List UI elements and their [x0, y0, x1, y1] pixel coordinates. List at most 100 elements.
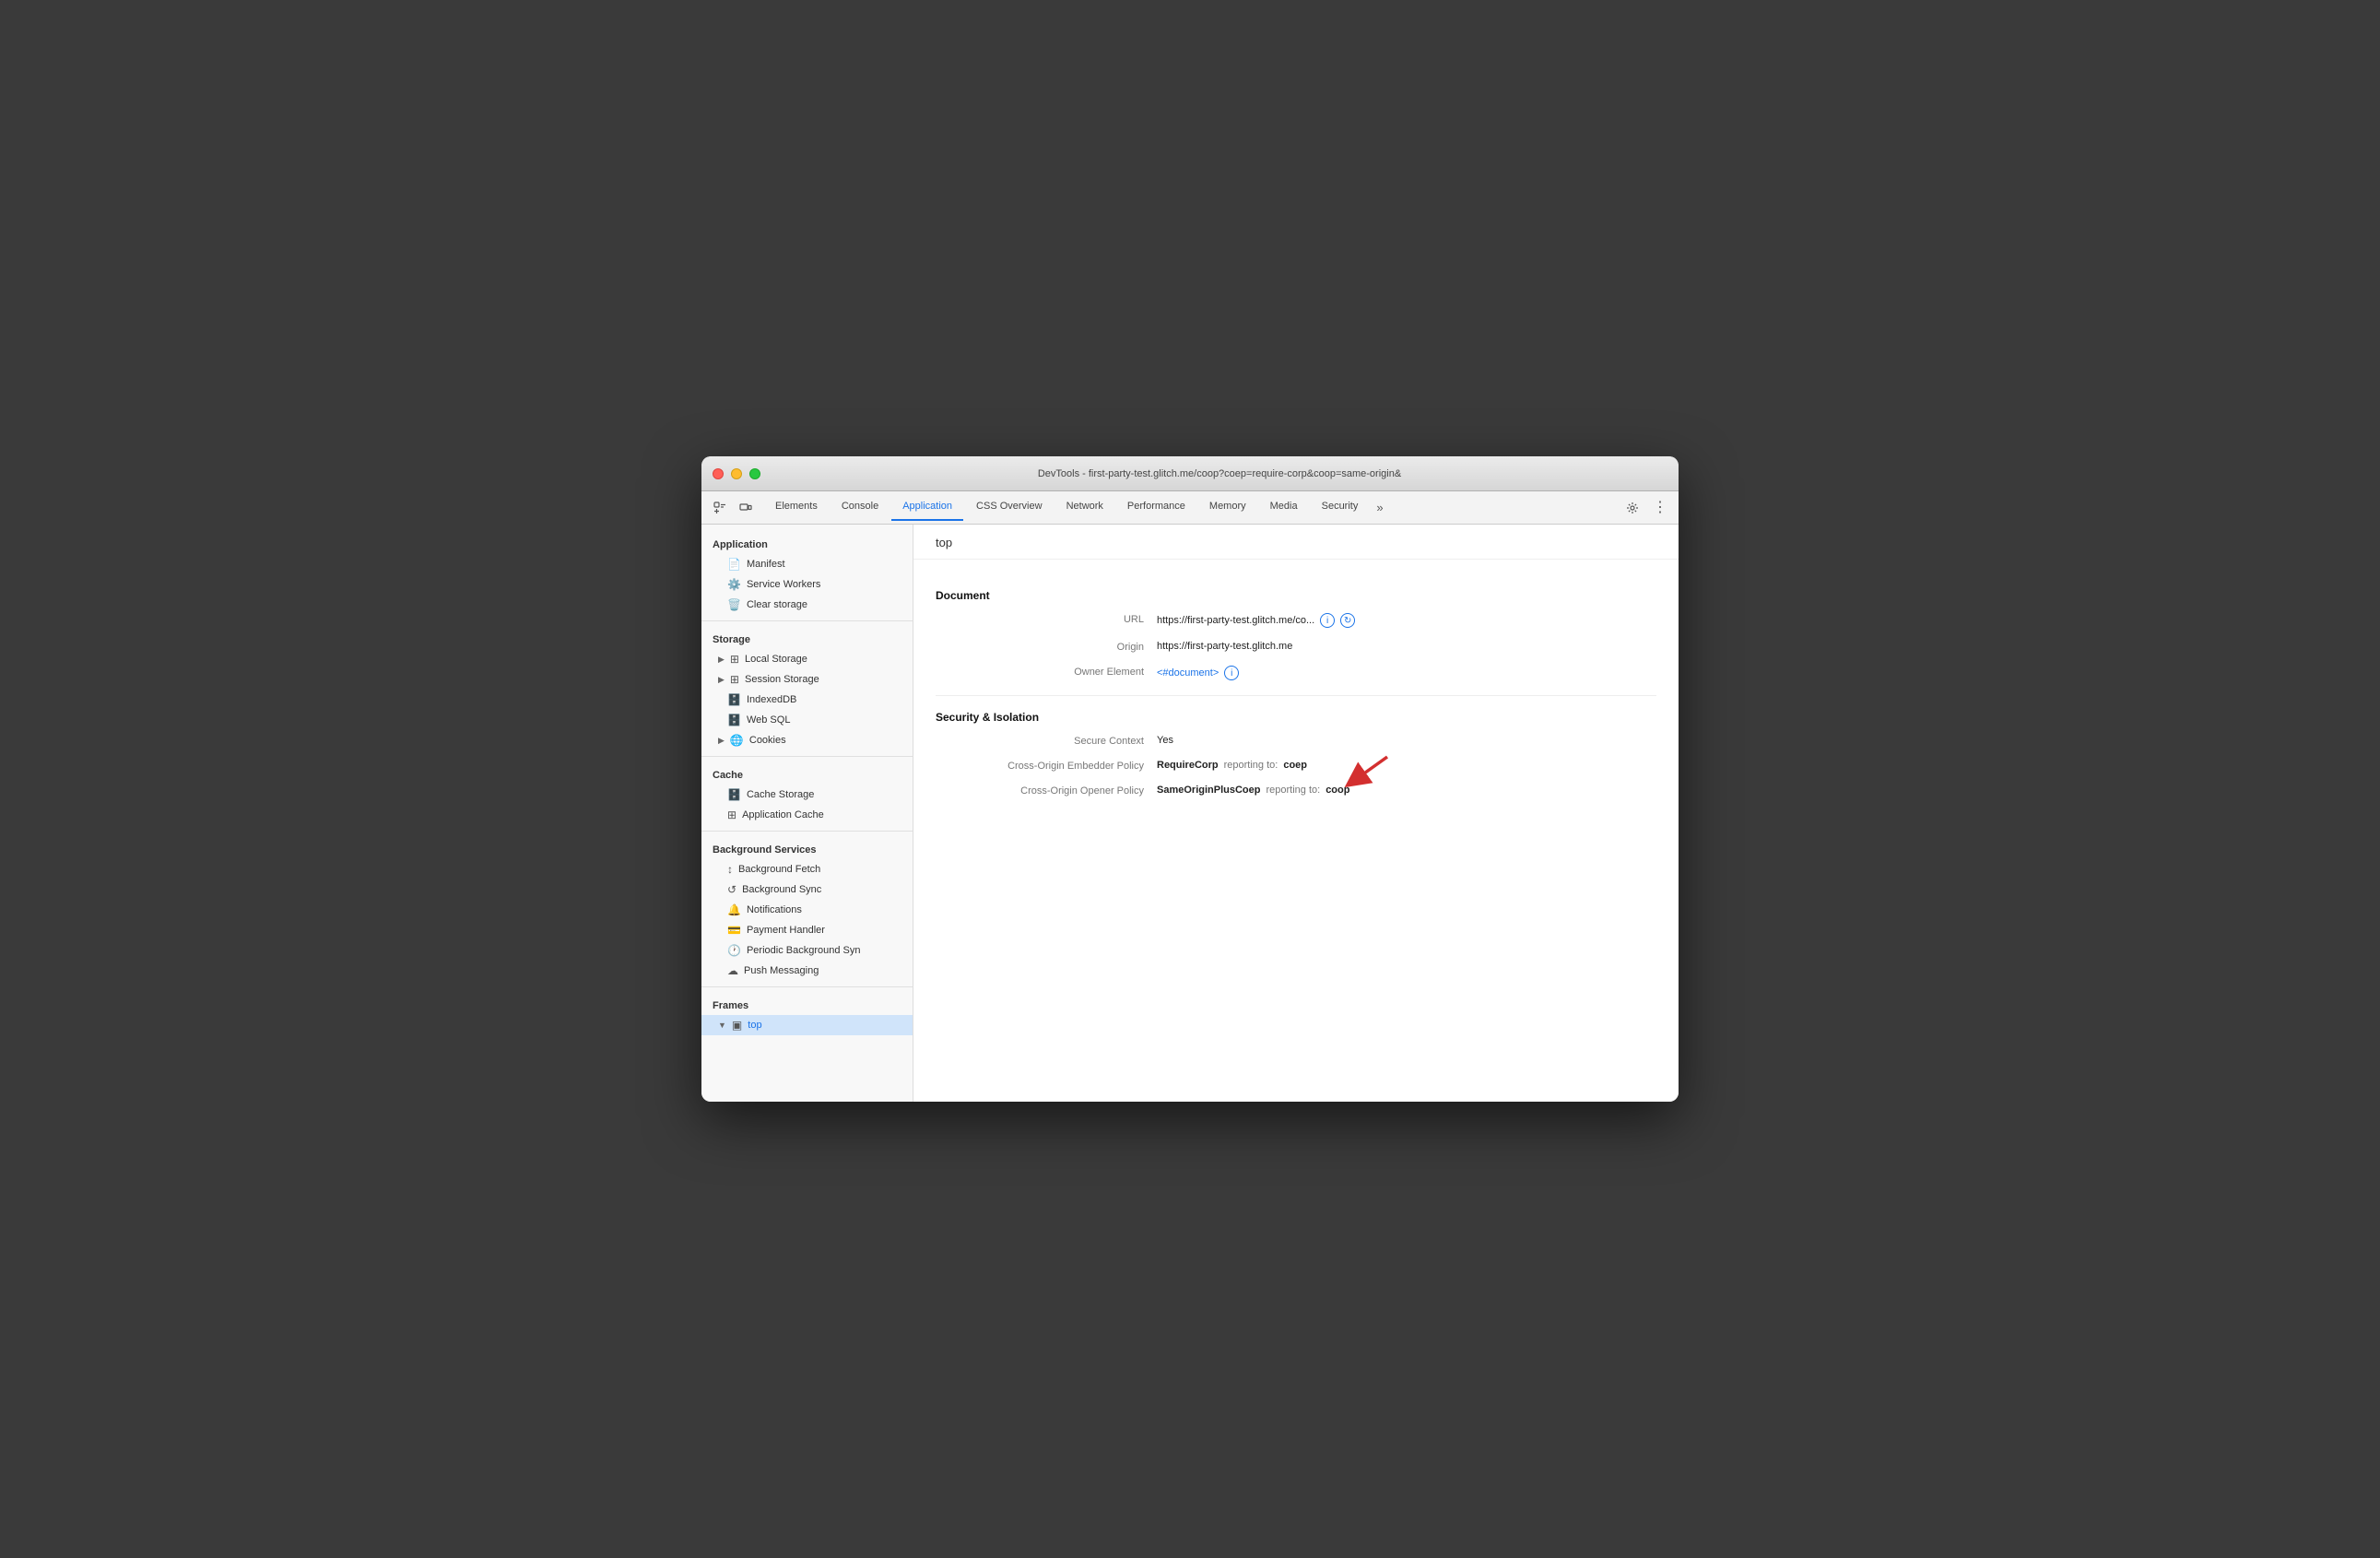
url-info-icon[interactable]: i	[1320, 613, 1335, 628]
coep-field-row: Cross-Origin Embedder Policy RequireCorp…	[936, 760, 1656, 772]
sidebar-item-notifications[interactable]: 🔔 Notifications	[701, 900, 913, 920]
periodic-background-sync-icon: 🕐	[727, 944, 741, 957]
inspect-element-button[interactable]	[709, 497, 731, 519]
sidebar-storage-section: Storage	[701, 627, 913, 649]
tab-security[interactable]: Security	[1311, 494, 1370, 521]
tab-console[interactable]: Console	[831, 494, 890, 521]
titlebar: DevTools - first-party-test.glitch.me/co…	[701, 456, 1679, 491]
owner-element-field-row: Owner Element <#document> i	[936, 666, 1656, 680]
frame-icon: ▣	[732, 1019, 742, 1032]
session-storage-icon: ⊞	[730, 673, 739, 686]
owner-element-link[interactable]: <#document>	[1157, 667, 1219, 679]
tabs-container: Elements Console Application CSS Overvie…	[764, 494, 1621, 521]
local-storage-icon: ⊞	[730, 653, 739, 666]
notifications-icon: 🔔	[727, 903, 741, 916]
web-sql-icon: 🗄️	[727, 714, 741, 726]
sidebar-item-cookies[interactable]: ▶ 🌐 Cookies	[701, 730, 913, 750]
toolbar-right: ⋮	[1621, 497, 1671, 519]
sidebar-item-web-sql[interactable]: 🗄️ Web SQL	[701, 710, 913, 730]
tab-memory[interactable]: Memory	[1198, 494, 1257, 521]
sidebar-item-periodic-background-sync[interactable]: 🕐 Periodic Background Syn	[701, 940, 913, 961]
coop-reporting-text: reporting to:	[1266, 785, 1320, 796]
sidebar-item-cache-storage[interactable]: 🗄️ Cache Storage	[701, 785, 913, 805]
owner-element-value: <#document> i	[1157, 666, 1239, 680]
sidebar-item-background-sync[interactable]: ↺ Background Sync	[701, 879, 913, 900]
security-section-header: Security & Isolation	[936, 711, 1656, 724]
toolbar: Elements Console Application CSS Overvie…	[701, 491, 1679, 525]
coop-policy-value: SameOriginPlusCoep	[1157, 785, 1260, 796]
origin-field-row: Origin https://first-party-test.glitch.m…	[936, 641, 1656, 653]
tab-elements[interactable]: Elements	[764, 494, 829, 521]
coep-value: RequireCorp reporting to: coep	[1157, 760, 1307, 771]
minimize-button[interactable]	[731, 468, 742, 479]
document-section-header: Document	[936, 589, 1656, 602]
sidebar-item-top-frame[interactable]: ▼ ▣ top	[701, 1015, 913, 1035]
devtools-window: DevTools - first-party-test.glitch.me/co…	[701, 456, 1679, 1102]
traffic-lights	[713, 468, 760, 479]
settings-button[interactable]	[1621, 497, 1644, 519]
coop-label: Cross-Origin Opener Policy	[972, 785, 1157, 797]
sidebar-item-local-storage[interactable]: ▶ ⊞ Local Storage	[701, 649, 913, 669]
devtools-container: Elements Console Application CSS Overvie…	[701, 491, 1679, 1102]
owner-element-label: Owner Element	[972, 666, 1157, 678]
close-button[interactable]	[713, 468, 724, 479]
cache-storage-icon: 🗄️	[727, 788, 741, 801]
sidebar-item-service-workers[interactable]: ⚙️ Service Workers	[701, 574, 913, 595]
sidebar-item-application-cache[interactable]: ⊞ Application Cache	[701, 805, 913, 825]
tab-network[interactable]: Network	[1055, 494, 1114, 521]
url-label: URL	[972, 613, 1157, 625]
tab-css-overview[interactable]: CSS Overview	[965, 494, 1054, 521]
sidebar-divider-3	[701, 831, 913, 832]
sidebar-item-payment-handler[interactable]: 💳 Payment Handler	[701, 920, 913, 940]
sidebar-divider-2	[701, 756, 913, 757]
sidebar-background-services-section: Background Services	[701, 837, 913, 859]
security-section: Security & Isolation Secure Context Yes …	[936, 711, 1656, 797]
sidebar-divider-4	[701, 986, 913, 987]
tab-performance[interactable]: Performance	[1116, 494, 1196, 521]
sidebar-item-clear-storage[interactable]: 🗑️ Clear storage	[701, 595, 913, 615]
document-section: Document URL https://first-party-test.gl…	[936, 589, 1656, 680]
manifest-icon: 📄	[727, 558, 741, 571]
sidebar-cache-section: Cache	[701, 762, 913, 785]
clear-storage-icon: 🗑️	[727, 598, 741, 611]
background-sync-icon: ↺	[727, 883, 736, 896]
expand-arrow-icon-2: ▶	[718, 675, 725, 685]
sidebar: Application 📄 Manifest ⚙️ Service Worker…	[701, 525, 913, 1102]
url-reload-icon[interactable]: ↻	[1340, 613, 1355, 628]
sidebar-divider-1	[701, 620, 913, 621]
payment-handler-icon: 💳	[727, 924, 741, 937]
sidebar-item-session-storage[interactable]: ▶ ⊞ Session Storage	[701, 669, 913, 690]
coep-reporting-value: coep	[1283, 760, 1307, 771]
coep-policy-value: RequireCorp	[1157, 760, 1219, 771]
sidebar-item-push-messaging[interactable]: ☁ Push Messaging	[701, 961, 913, 981]
push-messaging-icon: ☁	[727, 964, 738, 977]
red-arrow-annotation	[1341, 752, 1396, 792]
service-workers-icon: ⚙️	[727, 578, 741, 591]
tab-application[interactable]: Application	[891, 494, 963, 521]
application-cache-icon: ⊞	[727, 809, 736, 821]
sidebar-frames-section: Frames	[701, 993, 913, 1015]
maximize-button[interactable]	[749, 468, 760, 479]
cookies-icon: 🌐	[730, 734, 744, 747]
sidebar-item-indexeddb[interactable]: 🗄️ IndexedDB	[701, 690, 913, 710]
expand-arrow-icon: ▶	[718, 655, 725, 665]
panel-content: Document URL https://first-party-test.gl…	[913, 560, 1679, 824]
coep-label: Cross-Origin Embedder Policy	[972, 760, 1157, 772]
owner-element-info-icon[interactable]: i	[1224, 666, 1239, 680]
secure-context-value: Yes	[1157, 735, 1173, 746]
expand-arrow-icon-3: ▶	[718, 736, 725, 746]
sidebar-application-section: Application	[701, 532, 913, 554]
more-options-button[interactable]: ⋮	[1649, 497, 1671, 519]
secure-context-label: Secure Context	[972, 735, 1157, 747]
sidebar-item-manifest[interactable]: 📄 Manifest	[701, 554, 913, 574]
toolbar-icons	[709, 497, 757, 519]
url-field-row: URL https://first-party-test.glitch.me/c…	[936, 613, 1656, 628]
indexeddb-icon: 🗄️	[727, 693, 741, 706]
tab-media[interactable]: Media	[1259, 494, 1309, 521]
main-content: Application 📄 Manifest ⚙️ Service Worker…	[701, 525, 1679, 1102]
more-tabs-button[interactable]: »	[1371, 497, 1388, 518]
device-toggle-button[interactable]	[735, 497, 757, 519]
frames-expand-arrow-icon: ▼	[718, 1021, 726, 1030]
sidebar-item-background-fetch[interactable]: ↕ Background Fetch	[701, 859, 913, 879]
coop-field-row: Cross-Origin Opener Policy SameOriginPlu…	[936, 785, 1656, 797]
